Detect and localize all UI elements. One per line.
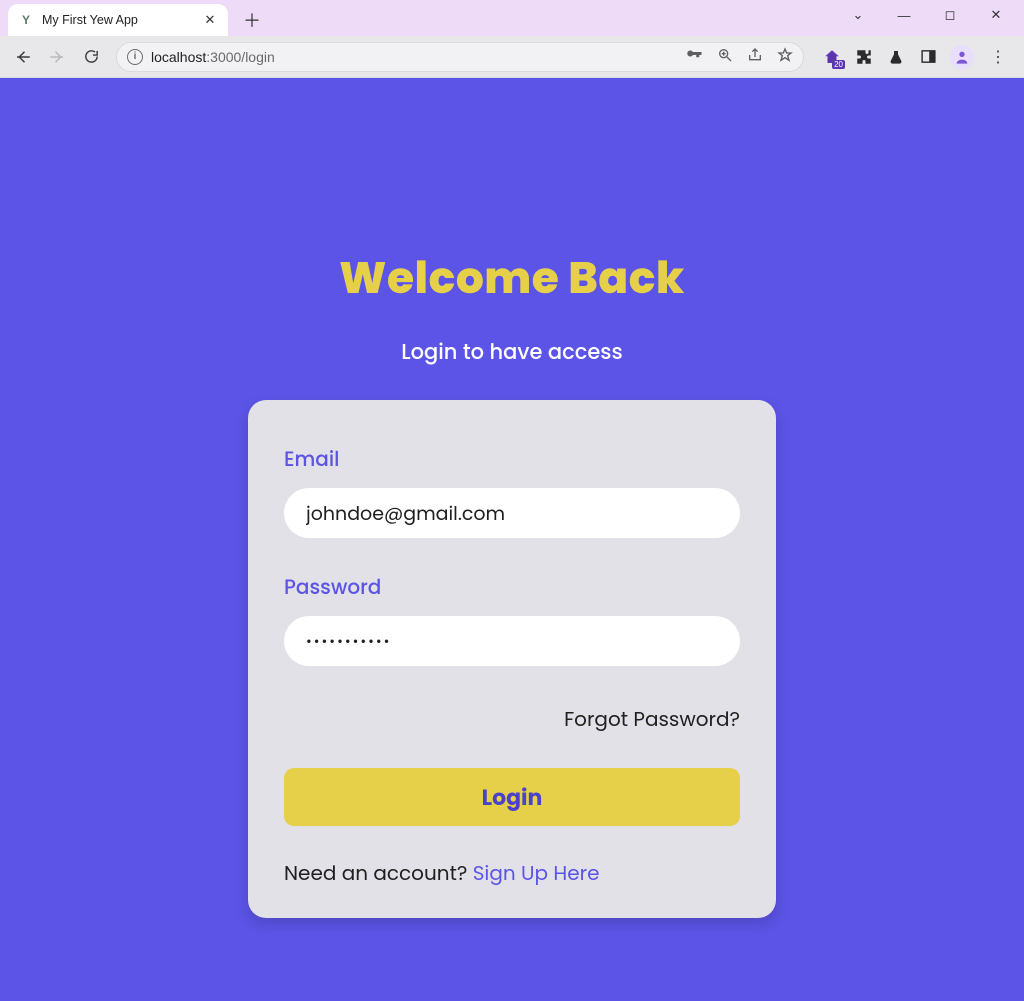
new-tab-button[interactable]: ＋ [238, 6, 266, 34]
email-field-block: Email [284, 444, 740, 538]
bookmark-star-icon[interactable] [777, 47, 793, 66]
window-titlebar: Y My First Yew App ✕ ＋ ⌄ ― ◻ ✕ [0, 0, 1024, 36]
login-button[interactable]: Login [284, 768, 740, 826]
extensions-puzzle-icon[interactable] [854, 47, 874, 67]
extension-home-icon[interactable]: 20 [822, 47, 842, 67]
password-field-block: Password [284, 572, 740, 666]
nav-back-button[interactable] [8, 42, 38, 72]
tab-search-button[interactable]: ⌄ [844, 7, 872, 23]
forgot-password-link[interactable]: Forgot Password? [284, 704, 740, 734]
url-host: localhost [151, 49, 206, 65]
signup-link[interactable]: Sign Up Here [473, 859, 600, 887]
url-text: localhost:3000/login [151, 49, 275, 65]
extension-badge: 20 [832, 60, 845, 69]
favicon-icon: Y [18, 12, 34, 28]
window-minimize-button[interactable]: ― [890, 8, 918, 23]
browser-toolbar: i localhost:3000/login 20 [0, 36, 1024, 78]
share-icon[interactable] [747, 47, 763, 66]
signup-row: Need an account? Sign Up Here [284, 858, 740, 888]
address-bar[interactable]: i localhost:3000/login [116, 42, 804, 72]
need-account-text: Need an account? [284, 859, 473, 887]
arrow-left-icon [14, 48, 32, 66]
window-close-button[interactable]: ✕ [982, 7, 1010, 23]
nav-reload-button[interactable] [76, 42, 106, 72]
password-label: Password [284, 572, 740, 602]
reload-icon [83, 48, 100, 65]
zoom-icon[interactable] [717, 47, 733, 66]
person-icon [954, 49, 970, 65]
extension-icons: 20 ⋮ [814, 45, 1016, 69]
profile-avatar-button[interactable] [950, 45, 974, 69]
site-info-icon[interactable]: i [127, 49, 143, 65]
page-headline: Welcome Back [339, 246, 685, 311]
devices-panel-icon[interactable] [918, 47, 938, 67]
arrow-right-icon [48, 48, 66, 66]
page-subhead: Login to have access [401, 337, 622, 368]
email-input[interactable] [284, 488, 740, 538]
window-controls: ⌄ ― ◻ ✕ [844, 0, 1020, 30]
login-card: Email Password Forgot Password? Login Ne… [248, 400, 776, 918]
email-label: Email [284, 444, 740, 474]
tab-close-button[interactable]: ✕ [202, 12, 218, 28]
nav-forward-button[interactable] [42, 42, 72, 72]
window-maximize-button[interactable]: ◻ [936, 7, 964, 23]
page-viewport: Welcome Back Login to have access Email … [0, 78, 1024, 1001]
extension-flask-icon[interactable] [886, 47, 906, 67]
password-input[interactable] [284, 616, 740, 666]
browser-menu-button[interactable]: ⋮ [986, 47, 1010, 67]
url-path: :3000/login [206, 49, 275, 65]
browser-tab-active[interactable]: Y My First Yew App ✕ [8, 4, 228, 36]
password-key-icon[interactable] [685, 46, 703, 67]
tab-title: My First Yew App [42, 13, 138, 27]
